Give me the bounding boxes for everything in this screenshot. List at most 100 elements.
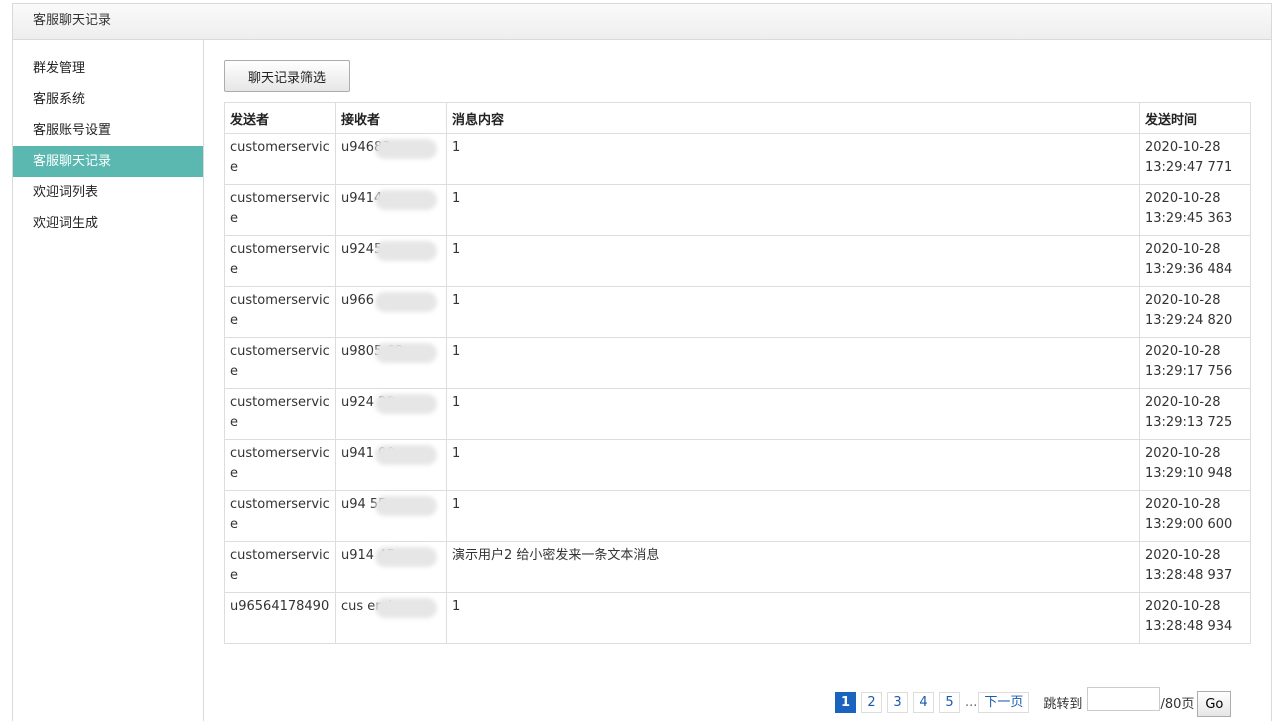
content-cell-text: 1 [452,140,461,155]
receiver-cell-text: u9245 [341,240,382,260]
send-time: 13:29:45 363 [1145,211,1233,226]
receiver-cell: u914 45 [335,541,447,593]
next-page-button[interactable]: 下一页 [978,691,1030,713]
table-row: customerservice u94683 1 2020-10-28 13:29:47… [224,133,1251,185]
go-button[interactable]: Go [1197,691,1232,717]
sidebar-item-chat-log[interactable]: 客服聊天记录 [13,146,203,177]
send-time: 13:29:17 756 [1145,364,1233,379]
table-row: customerservice u914 45 演示用户2 给小密发来一条文本消息 2… [224,541,1251,593]
table-row: customerservice u941 00 1 2020-10-28 13:29:1… [224,439,1251,491]
chat-log-table: 发送者 接收者 消息内容 发送时间 customerservice u94683 1… [224,102,1251,644]
send-date: 2020-10-28 [1145,140,1221,155]
send-date: 2020-10-28 [1145,599,1221,614]
sender-cell: customerservice [224,337,336,389]
receiver-cell-text: u9414 [341,189,382,209]
time-cell: 2020-10-28 13:28:48 937 [1139,541,1251,593]
time-cell: 2020-10-28 13:29:36 484 [1139,235,1251,287]
sender-cell: customerservice [224,235,336,287]
receiver-cell-text: u9805 68 [341,342,403,362]
page-2-button[interactable]: 2 [861,691,882,713]
send-time: 13:29:47 771 [1145,160,1233,175]
content-cell-text: 1 [452,497,461,512]
send-date: 2020-10-28 [1145,242,1221,257]
receiver-cell: u9245 [335,235,447,287]
table-row: u96564178490 cus ervice 1 2020-10-28 13:28:4… [224,592,1251,644]
jump-page-input[interactable] [1087,687,1161,711]
table-row: customerservice u94 55 1 2020-10-28 13:29:00… [224,490,1251,542]
sender-cell-text: customerservice [230,344,330,379]
content-cell: 1 [446,235,1140,287]
send-time: 13:29:24 820 [1145,313,1233,328]
table-row: customerservice u9414 1 2020-10-28 13:29:45 … [224,184,1251,236]
filter-chat-log-button[interactable]: 聊天记录筛选 [224,60,350,92]
receiver-cell: cus ervice [335,592,447,644]
sidebar-item-welcome-generate[interactable]: 欢迎词生成 [13,208,203,239]
sender-cell-text: customerservice [230,548,330,583]
send-time: 13:29:36 484 [1145,262,1233,277]
time-cell: 2020-10-28 13:29:13 725 [1139,388,1251,440]
sender-cell-text: customerservice [230,446,330,481]
send-date: 2020-10-28 [1145,446,1221,461]
page-1-button[interactable]: 1 [835,691,856,713]
receiver-cell-text: cus ervice [341,597,407,617]
content-cell-text: 1 [452,395,461,410]
time-cell: 2020-10-28 13:29:17 756 [1139,337,1251,389]
send-time: 13:28:48 934 [1145,619,1233,634]
receiver-cell-text: u94 55 [341,495,386,515]
send-date: 2020-10-28 [1145,497,1221,512]
total-pages-label: /80页 [1160,696,1195,712]
table-row: customerservice u9805 68 1 2020-10-28 13:29:… [224,337,1251,389]
sender-cell: customerservice [224,388,336,440]
content-cell: 1 [446,388,1140,440]
content-cell: 演示用户2 给小密发来一条文本消息 [446,541,1140,593]
receiver-cell: u924 29 [335,388,447,440]
page-3-button[interactable]: 3 [887,691,908,713]
content-cell-text: 1 [452,446,461,461]
sender-cell-text: customerservice [230,140,330,175]
send-date: 2020-10-28 [1145,191,1221,206]
receiver-cell: u9414 [335,184,447,236]
time-cell: 2020-10-28 13:29:45 363 [1139,184,1251,236]
sender-cell: customerservice [224,286,336,338]
receiver-cell-text: u941 00 [341,444,395,464]
receiver-cell: u94 55 [335,490,447,542]
time-cell: 2020-10-28 13:29:47 771 [1139,133,1251,185]
content-cell: 1 [446,184,1140,236]
send-time: 13:29:00 600 [1145,517,1233,532]
sender-cell-text: customerservice [230,293,330,328]
time-cell: 2020-10-28 13:29:24 820 [1139,286,1251,338]
send-date: 2020-10-28 [1145,344,1221,359]
sender-cell-text: customerservice [230,497,330,532]
page-title: 客服聊天记录 [13,4,1271,40]
content-cell-text: 1 [452,191,461,206]
sidebar-item-account-settings[interactable]: 客服账号设置 [13,115,203,146]
table-header-row: 发送者 接收者 消息内容 发送时间 [224,102,1251,134]
sender-cell-text: customerservice [230,191,330,226]
receiver-cell-text: u914 45 [341,546,395,566]
send-date: 2020-10-28 [1145,395,1221,410]
time-cell: 2020-10-28 13:28:48 934 [1139,592,1251,644]
receiver-cell: u94683 [335,133,447,185]
sidebar: 群发管理 客服系统 客服账号设置 客服聊天记录 欢迎词列表 欢迎词生成 [13,40,204,721]
main-content: 聊天记录筛选 发送者 接收者 消息内容 发送时间 customerservice… [205,40,1271,721]
content-cell: 1 [446,133,1140,185]
sender-cell: customerservice [224,490,336,542]
sender-cell-text: customerservice [230,395,330,430]
sidebar-item-service-system[interactable]: 客服系统 [13,84,203,115]
send-time: 13:28:48 937 [1145,568,1233,583]
content-cell: 1 [446,490,1140,542]
column-header-sender: 发送者 [224,102,336,134]
content-cell-text: 1 [452,242,461,257]
content-cell-text: 1 [452,599,461,614]
table-row: customerservice u9245 1 2020-10-28 13:29:36 … [224,235,1251,287]
page-5-button[interactable]: 5 [939,691,960,713]
sidebar-item-mass-send[interactable]: 群发管理 [13,53,203,84]
sidebar-item-welcome-list[interactable]: 欢迎词列表 [13,177,203,208]
sender-cell: customerservice [224,541,336,593]
table-row: customerservice u966 1 2020-10-28 13:29:24 8… [224,286,1251,338]
column-header-receiver: 接收者 [335,102,447,134]
page-4-button[interactable]: 4 [913,691,934,713]
content-cell: 1 [446,286,1140,338]
time-cell: 2020-10-28 13:29:10 948 [1139,439,1251,491]
send-time: 13:29:13 725 [1145,415,1233,430]
